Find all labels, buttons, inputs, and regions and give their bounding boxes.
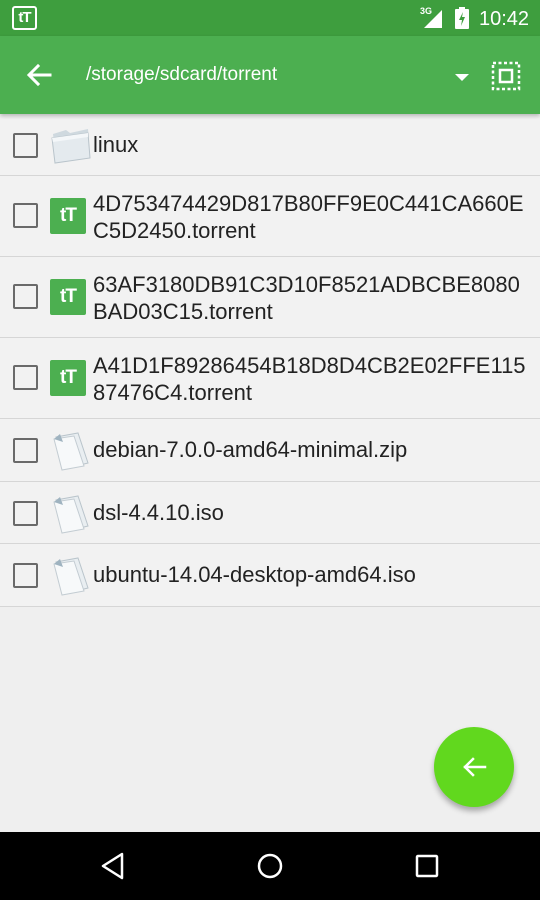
current-path: /storage/sdcard/torrent bbox=[86, 64, 278, 85]
network-type-label: 3G bbox=[420, 6, 433, 16]
list-item[interactable]: dsl-4.4.10.iso bbox=[0, 482, 540, 544]
select-all-icon[interactable] bbox=[490, 60, 522, 92]
checkbox[interactable] bbox=[13, 438, 38, 463]
battery-icon bbox=[455, 7, 469, 29]
file-name: 4D753474429D817B80FF9E0C441CA660EC5D2450… bbox=[93, 191, 524, 243]
list-item[interactable]: linux bbox=[0, 114, 540, 176]
file-name: ubuntu-14.04-desktop-amd64.iso bbox=[93, 562, 416, 587]
checkbox[interactable] bbox=[13, 133, 38, 158]
checkbox[interactable] bbox=[13, 365, 38, 390]
app-notification-icon: tT bbox=[12, 6, 37, 30]
navigation-bar bbox=[0, 832, 540, 900]
document-icon bbox=[53, 432, 89, 471]
clock: 10:42 bbox=[479, 8, 530, 30]
nav-recents-icon[interactable] bbox=[411, 850, 443, 882]
dropdown-arrow-icon[interactable] bbox=[452, 70, 472, 84]
torrent-icon: tT bbox=[50, 198, 86, 234]
toolbar: /storage/sdcard/torrent bbox=[0, 36, 540, 114]
file-name: A41D1F89286454B18D8D4CB2E02FFE11587476C4… bbox=[93, 353, 526, 405]
checkbox[interactable] bbox=[13, 203, 38, 228]
checkbox[interactable] bbox=[13, 284, 38, 309]
arrow-back-icon bbox=[463, 757, 487, 777]
list-item[interactable]: ubuntu-14.04-desktop-amd64.iso bbox=[0, 544, 540, 607]
status-bar: tT 3G 10:42 bbox=[0, 0, 540, 36]
list-item[interactable]: debian-7.0.0-amd64-minimal.zip bbox=[0, 419, 540, 482]
document-icon bbox=[53, 495, 89, 534]
arrow-back-icon bbox=[26, 63, 52, 87]
folder-icon bbox=[51, 129, 91, 164]
list-item[interactable]: tT A41D1F89286454B18D8D4CB2E02FFE1158747… bbox=[0, 338, 540, 419]
file-name: linux bbox=[93, 132, 139, 157]
list-item[interactable]: tT 63AF3180DB91C3D10F8521ADBCBE8080BAD03… bbox=[0, 257, 540, 338]
torrent-icon: tT bbox=[50, 360, 86, 396]
file-name: dsl-4.4.10.iso bbox=[93, 500, 224, 525]
file-name: debian-7.0.0-amd64-minimal.zip bbox=[93, 437, 408, 462]
fab-back-button[interactable] bbox=[434, 727, 514, 807]
nav-back-icon[interactable] bbox=[97, 850, 129, 882]
list-item[interactable]: tT 4D753474429D817B80FF9E0C441CA660EC5D2… bbox=[0, 176, 540, 257]
file-name: 63AF3180DB91C3D10F8521ADBCBE8080BAD03C15… bbox=[93, 272, 520, 324]
checkbox[interactable] bbox=[13, 563, 38, 588]
back-button[interactable] bbox=[20, 56, 58, 94]
checkbox[interactable] bbox=[13, 501, 38, 526]
document-icon bbox=[53, 557, 89, 596]
file-list: linux tT 4D753474429D817B80FF9E0C441CA66… bbox=[0, 114, 540, 607]
torrent-icon: tT bbox=[50, 279, 86, 315]
nav-home-icon[interactable] bbox=[254, 850, 286, 882]
